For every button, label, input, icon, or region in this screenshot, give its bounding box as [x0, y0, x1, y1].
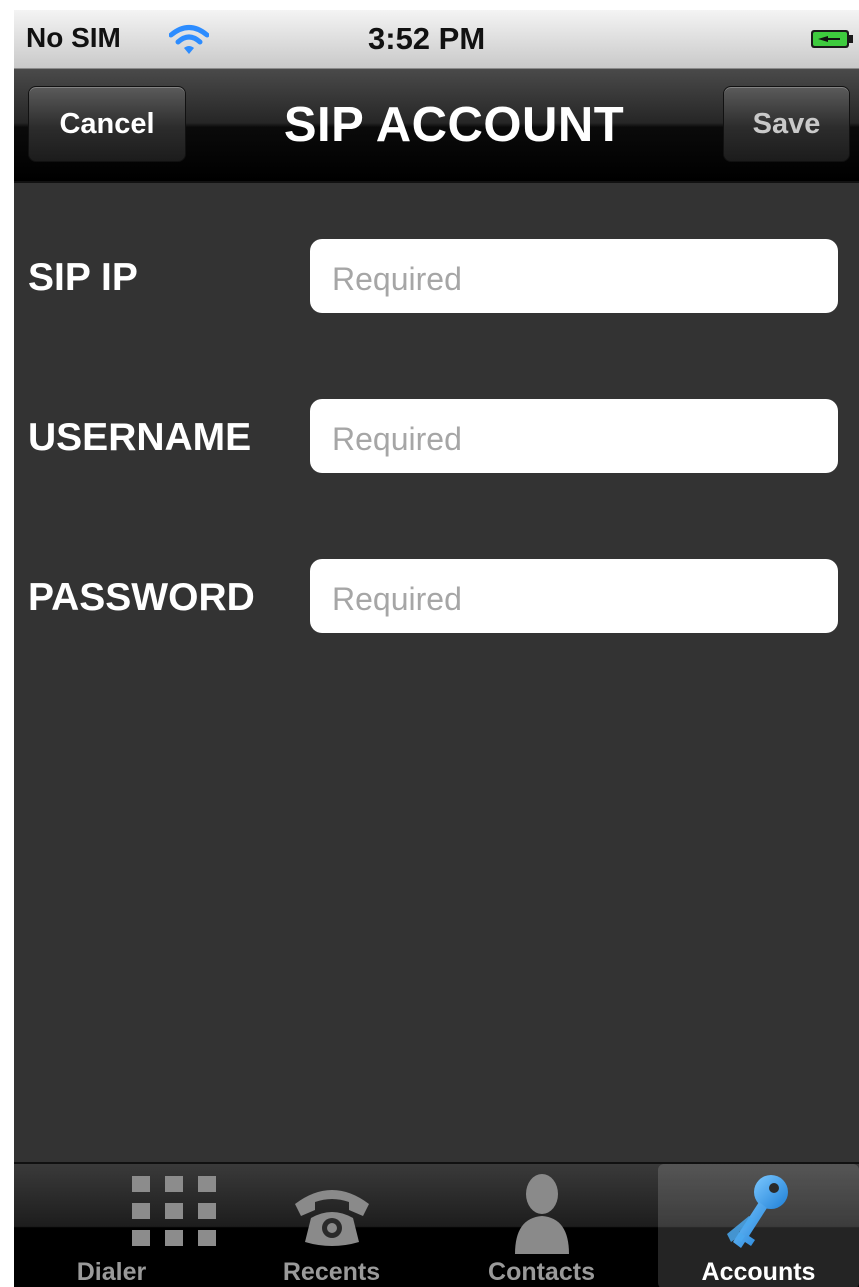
- navigation-bar: Cancel SIP ACCOUNT Save: [14, 69, 859, 183]
- person-silhouette-icon: [514, 1174, 569, 1254]
- keys-icon: [726, 1175, 788, 1248]
- username-label: USERNAME: [28, 416, 252, 459]
- tab-bar: Dialer Recents Contacts Accounts: [14, 1162, 859, 1287]
- username-row: USERNAME: [14, 399, 859, 475]
- wifi-icon: [169, 25, 209, 54]
- telephone-icon: [294, 1190, 369, 1246]
- password-label: PASSWORD: [28, 576, 255, 619]
- tab-accounts[interactable]: Accounts: [658, 1164, 859, 1287]
- clock: 3:52 PM: [368, 21, 486, 56]
- page-title: SIP ACCOUNT: [283, 98, 625, 152]
- sip-ip-row: SIP IP: [14, 239, 859, 315]
- username-input[interactable]: [310, 399, 838, 473]
- carrier-label: No SIM: [26, 22, 121, 53]
- tab-label: Accounts: [701, 1258, 816, 1286]
- dialpad-icon: [132, 1176, 216, 1246]
- app-screen: No SIM 3:52 PM Cancel SIP ACCOUNT Save S…: [14, 10, 859, 1287]
- tab-contacts[interactable]: Contacts: [444, 1164, 639, 1287]
- battery-charging-icon: [811, 30, 853, 48]
- sip-ip-label: SIP IP: [28, 256, 138, 299]
- cancel-button[interactable]: Cancel: [28, 86, 186, 162]
- tab-label: Recents: [282, 1258, 381, 1286]
- password-input[interactable]: [310, 559, 838, 633]
- tab-label: Dialer: [76, 1258, 147, 1286]
- tab-dialer[interactable]: Dialer: [14, 1164, 216, 1287]
- tab-recents[interactable]: Recents: [234, 1164, 429, 1287]
- tab-label: Contacts: [488, 1258, 595, 1286]
- save-button[interactable]: Save: [723, 86, 850, 162]
- sip-ip-input[interactable]: [310, 239, 838, 313]
- password-row: PASSWORD: [14, 559, 859, 635]
- status-bar: No SIM 3:52 PM: [14, 10, 859, 69]
